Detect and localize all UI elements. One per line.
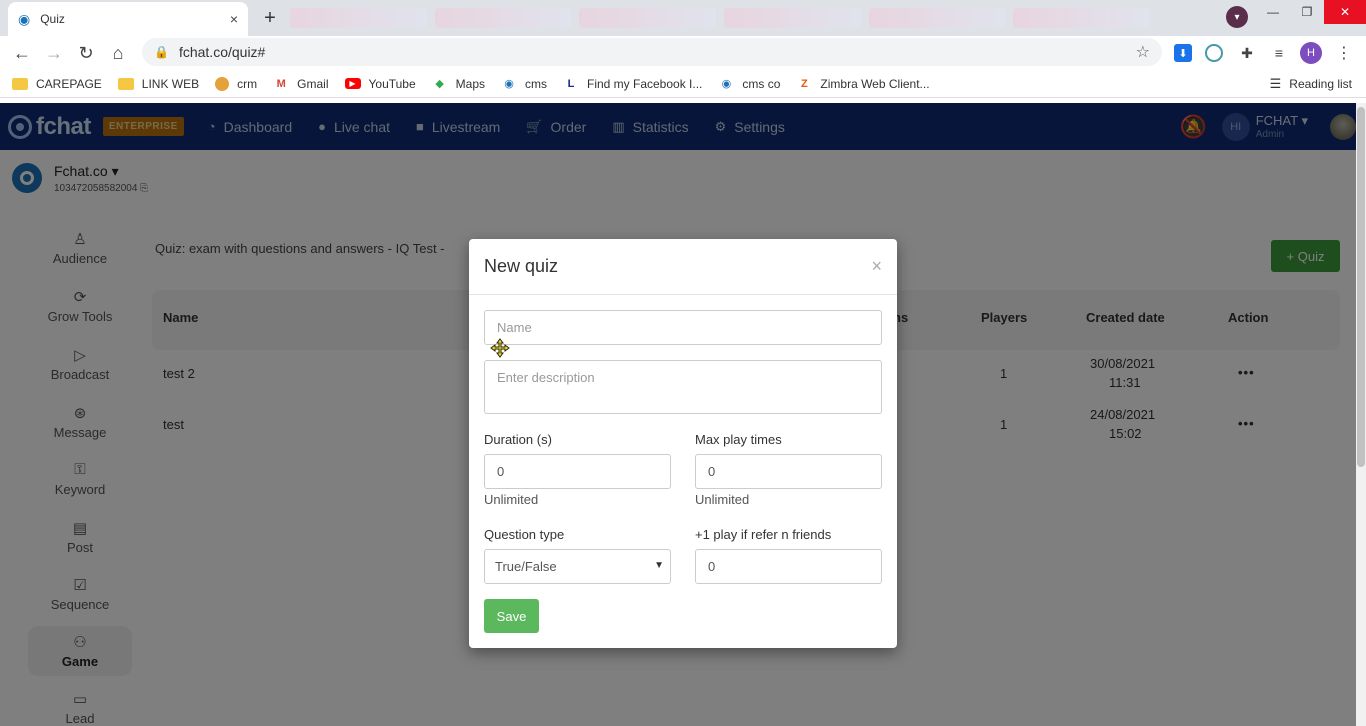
bookmark-label: Maps: [455, 76, 485, 91]
more-menu-icon[interactable]: ⋮: [1333, 42, 1355, 64]
bookmark-item[interactable]: M Gmail: [273, 76, 329, 91]
refer-friends-input[interactable]: 0: [695, 549, 882, 584]
back-arrow-icon[interactable]: ←: [6, 38, 38, 68]
bookmark-label: LINK WEB: [141, 76, 200, 91]
bookmark-label: cms co: [742, 76, 781, 91]
window-close-icon[interactable]: ✕: [1324, 0, 1366, 24]
background-tab[interactable]: [434, 8, 572, 28]
bookmark-star-icon[interactable]: ☆: [1136, 42, 1150, 62]
refer-friends-label: +1 play if refer n friends: [695, 527, 832, 542]
bookmark-label: YouTube: [368, 76, 416, 91]
background-tab[interactable]: [579, 8, 717, 28]
browser-toolbar: ← → ↻ ⌂ 🔒 fchat.co/quiz# ☆ ⬇ ✚ ≡ H ⋮: [0, 36, 1366, 70]
modal-title: New quiz: [484, 256, 559, 276]
fchat-favicon-icon: ◉: [18, 10, 31, 27]
bookmark-label: Gmail: [297, 76, 329, 91]
chevron-down-icon: ▼: [654, 560, 664, 571]
reading-list-label: Reading list: [1289, 77, 1352, 91]
page-scrollbar[interactable]: [1356, 103, 1366, 726]
yt-bookmark-icon: ▶: [344, 78, 361, 89]
reading-list-icon: ☰: [1269, 76, 1282, 91]
extensions-puzzle-icon[interactable]: ✚: [1236, 42, 1258, 64]
question-type-value: True/False: [495, 559, 557, 574]
fc-bookmark-icon: ◉: [721, 78, 732, 90]
bookmark-label: Find my Facebook I...: [587, 76, 703, 91]
bookmark-item[interactable]: L Find my Facebook I...: [563, 76, 703, 91]
crm-bookmark-icon: [215, 76, 230, 91]
bookmark-item[interactable]: ◉ cms: [501, 77, 547, 91]
duration-label: Duration (s): [484, 432, 552, 447]
forward-arrow-icon[interactable]: →: [38, 38, 70, 68]
window-controls: — ❐ ✕: [1256, 0, 1366, 28]
tab-title: Quiz: [40, 12, 65, 26]
duration-hint: Unlimited: [484, 492, 539, 507]
gmail-bookmark-icon: M: [276, 77, 286, 90]
bookmark-label: Zimbra Web Client...: [820, 76, 930, 91]
max-play-label: Max play times: [695, 432, 782, 447]
background-tab[interactable]: [1013, 8, 1151, 28]
question-type-select[interactable]: True/False ▼: [484, 549, 671, 584]
background-tab[interactable]: [724, 8, 861, 28]
bookmarks-bar: CAREPAGE LINK WEB crm M Gmail ▶ YouTube ◆ Maps ◉ c…: [0, 70, 1366, 98]
bookmark-label: crm: [237, 76, 258, 91]
bookmark-item[interactable]: LINK WEB: [117, 76, 200, 91]
address-bar[interactable]: 🔒 fchat.co/quiz# ☆: [142, 38, 1162, 66]
reload-icon[interactable]: ↻: [70, 38, 102, 68]
question-type-label: Question type: [484, 527, 565, 542]
extension-circle-icon[interactable]: [1205, 44, 1223, 62]
save-button[interactable]: Save: [484, 599, 539, 633]
download-extension-icon[interactable]: ⬇: [1174, 44, 1192, 62]
max-play-hint: Unlimited: [695, 492, 750, 507]
tab-search-icon[interactable]: ▾: [1226, 6, 1248, 28]
zim-bookmark-icon: Z: [801, 77, 808, 90]
minimize-icon[interactable]: —: [1256, 0, 1290, 24]
background-tab[interactable]: [290, 8, 427, 28]
max-play-input[interactable]: 0: [695, 454, 882, 489]
profile-avatar[interactable]: H: [1300, 42, 1322, 64]
bookmark-item[interactable]: CAREPAGE: [12, 77, 102, 91]
browser-tab-quiz[interactable]: ◉ Quiz ×: [8, 2, 248, 36]
quiz-description-textarea[interactable]: Enter description: [484, 360, 882, 414]
url-text[interactable]: fchat.co/quiz#: [179, 44, 1136, 60]
browser-tabstrip: ◉ Quiz × + ▾ — ❐ ✕: [0, 0, 1366, 36]
lock-icon[interactable]: 🔒: [154, 45, 169, 59]
bookmark-label: CAREPAGE: [36, 76, 102, 91]
background-tabs: [290, 4, 1151, 32]
modal-header: New quiz ×: [469, 239, 897, 295]
fc-bookmark-icon: ◉: [504, 78, 514, 90]
duration-input[interactable]: 0: [484, 454, 671, 489]
new-quiz-modal: New quiz × Name Enter description Durati…: [469, 239, 897, 648]
L-bookmark-icon: L: [567, 77, 575, 90]
folder-bookmark-icon: [117, 77, 134, 90]
modal-close-icon[interactable]: ×: [871, 256, 882, 277]
restore-icon[interactable]: ❐: [1290, 0, 1324, 24]
background-tab[interactable]: [868, 8, 1006, 28]
home-icon[interactable]: ⌂: [102, 38, 134, 68]
bookmark-item[interactable]: Z Zimbra Web Client...: [796, 76, 930, 91]
bookmark-label: cms: [525, 76, 547, 91]
folder-bookmark-icon: [12, 77, 28, 90]
bookmark-item[interactable]: ▶ YouTube: [344, 76, 416, 91]
bookmark-item[interactable]: ◉ cms co: [718, 76, 781, 91]
reading-list-button[interactable]: ☰ Reading list: [1270, 76, 1352, 92]
close-tab-icon[interactable]: ×: [230, 11, 238, 27]
bookmark-item[interactable]: crm: [215, 76, 258, 91]
maps-bookmark-icon: ◆: [435, 78, 444, 90]
new-tab-button[interactable]: +: [258, 6, 282, 30]
media-control-icon[interactable]: ≡: [1268, 42, 1290, 64]
bookmark-item[interactable]: ◆ Maps: [432, 77, 485, 91]
quiz-name-input[interactable]: Name: [484, 310, 882, 345]
move-cursor-icon: [490, 338, 510, 358]
